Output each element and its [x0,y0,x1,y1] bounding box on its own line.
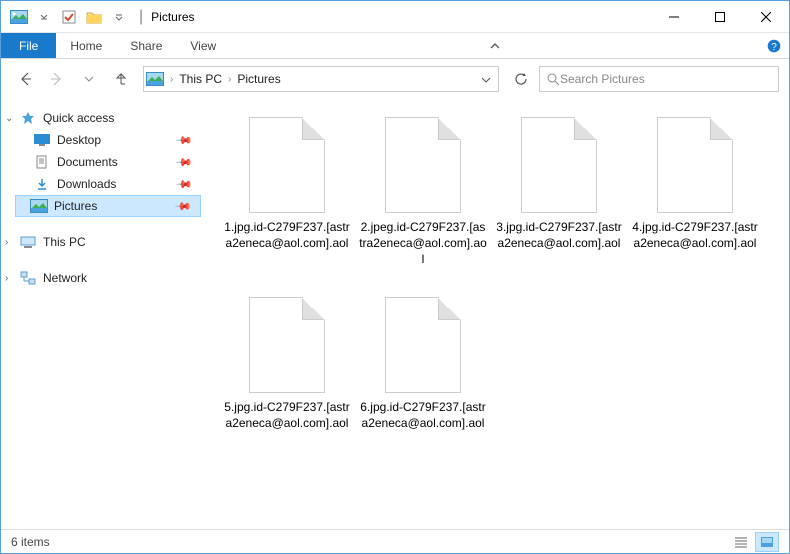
sidebar-this-pc[interactable]: › This PC [19,231,201,253]
file-name: 5.jpg.id-C279F237.[astra2eneca@aol.com].… [219,399,355,431]
minimize-button[interactable] [651,1,697,32]
expand-caret-icon[interactable]: ⌄ [5,113,13,124]
titlebar: | Pictures [1,1,789,33]
sidebar-item-desktop[interactable]: Desktop 📌 [19,129,201,151]
file-item[interactable]: 5.jpg.id-C279F237.[astra2eneca@aol.com].… [219,291,355,471]
sidebar-item-downloads[interactable]: Downloads 📌 [19,173,201,195]
sidebar-label: Quick access [43,111,114,125]
properties-checkbox-icon[interactable] [57,5,81,29]
sidebar-network[interactable]: › Network [19,267,201,289]
file-thumbnail-icon [521,117,597,213]
sidebar-quick-access[interactable]: ⌄ Quick access [19,107,201,129]
sidebar-label: Pictures [54,199,97,213]
file-name: 3.jpg.id-C279F237.[astra2eneca@aol.com].… [491,219,627,251]
quick-access-toolbar [7,5,131,29]
downloads-icon [33,176,51,192]
this-pc-icon [19,234,37,250]
window-controls [651,1,789,32]
folder-qat-icon[interactable] [82,5,106,29]
sidebar-item-pictures[interactable]: Pictures 📌 [15,195,201,217]
pin-icon: 📌 [175,153,194,172]
qat-customize-icon[interactable] [107,5,131,29]
details-view-button[interactable] [729,532,753,552]
qat-dropdown-icon[interactable] [32,5,56,29]
ribbon-tab-share[interactable]: Share [116,33,176,58]
ribbon: File Home Share View ? [1,33,789,59]
file-thumbnail-icon [657,117,733,213]
search-box[interactable] [539,66,779,92]
sidebar-label: Network [43,271,87,285]
breadcrumb-pictures[interactable]: Pictures [231,72,286,86]
file-item[interactable]: 4.jpg.id-C279F237.[astra2eneca@aol.com].… [627,111,763,291]
pin-icon: 📌 [174,197,193,216]
sidebar-label: This PC [43,235,86,249]
minimize-ribbon-icon[interactable] [480,33,510,58]
breadcrumb-this-pc[interactable]: This PC [173,72,228,86]
file-thumbnail-icon [385,117,461,213]
sidebar-label: Desktop [57,133,101,147]
window-title: Pictures [151,10,194,24]
recent-locations-icon[interactable] [75,65,103,93]
thumbnails-view-button[interactable] [755,532,779,552]
close-button[interactable] [743,1,789,32]
star-icon [19,110,37,126]
pictures-icon [30,198,48,214]
ribbon-tab-home[interactable]: Home [56,33,116,58]
search-icon [546,72,560,86]
pin-icon: 📌 [175,131,194,150]
file-thumbnail-icon [385,297,461,393]
status-bar: 6 items [1,529,789,553]
sidebar-label: Downloads [57,177,116,191]
back-button[interactable] [11,65,39,93]
refresh-button[interactable] [507,65,535,93]
navigation-pane: ⌄ Quick access Desktop 📌 Documents 📌 Dow… [1,99,201,529]
address-dropdown-icon[interactable] [476,70,496,88]
ribbon-tab-view[interactable]: View [176,33,230,58]
file-name: 4.jpg.id-C279F237.[astra2eneca@aol.com].… [627,219,763,251]
file-name: 1.jpg.id-C279F237.[astra2eneca@aol.com].… [219,219,355,251]
address-path[interactable]: › This PC › Pictures [143,66,499,92]
sidebar-item-documents[interactable]: Documents 📌 [19,151,201,173]
file-item[interactable]: 1.jpg.id-C279F237.[astra2eneca@aol.com].… [219,111,355,291]
up-button[interactable] [107,65,135,93]
svg-text:?: ? [771,42,777,53]
file-thumbnail-icon [249,117,325,213]
file-item[interactable]: 6.jpg.id-C279F237.[astra2eneca@aol.com].… [355,291,491,471]
documents-icon [33,154,51,170]
file-name: 2.jpeg.id-C279F237.[astra2eneca@aol.com]… [355,219,491,268]
pin-icon: 📌 [175,175,194,194]
item-count: 6 items [11,535,50,549]
ribbon-file-tab[interactable]: File [1,33,56,58]
location-icon [146,71,164,87]
file-item[interactable]: 2.jpeg.id-C279F237.[astra2eneca@aol.com]… [355,111,491,291]
file-thumbnail-icon [249,297,325,393]
forward-button[interactable] [43,65,71,93]
network-icon [19,270,37,286]
search-input[interactable] [560,72,772,86]
expand-caret-icon[interactable]: › [5,273,8,284]
sidebar-label: Documents [57,155,118,169]
file-list[interactable]: 1.jpg.id-C279F237.[astra2eneca@aol.com].… [201,99,789,529]
title-separator: | [139,8,143,26]
desktop-icon [33,132,51,148]
help-icon[interactable]: ? [759,33,789,58]
maximize-button[interactable] [697,1,743,32]
file-name: 6.jpg.id-C279F237.[astra2eneca@aol.com].… [355,399,491,431]
expand-caret-icon[interactable]: › [5,237,8,248]
app-icon [7,5,31,29]
address-bar: › This PC › Pictures [1,59,789,99]
file-item[interactable]: 3.jpg.id-C279F237.[astra2eneca@aol.com].… [491,111,627,291]
body-area: ⌄ Quick access Desktop 📌 Documents 📌 Dow… [1,99,789,529]
